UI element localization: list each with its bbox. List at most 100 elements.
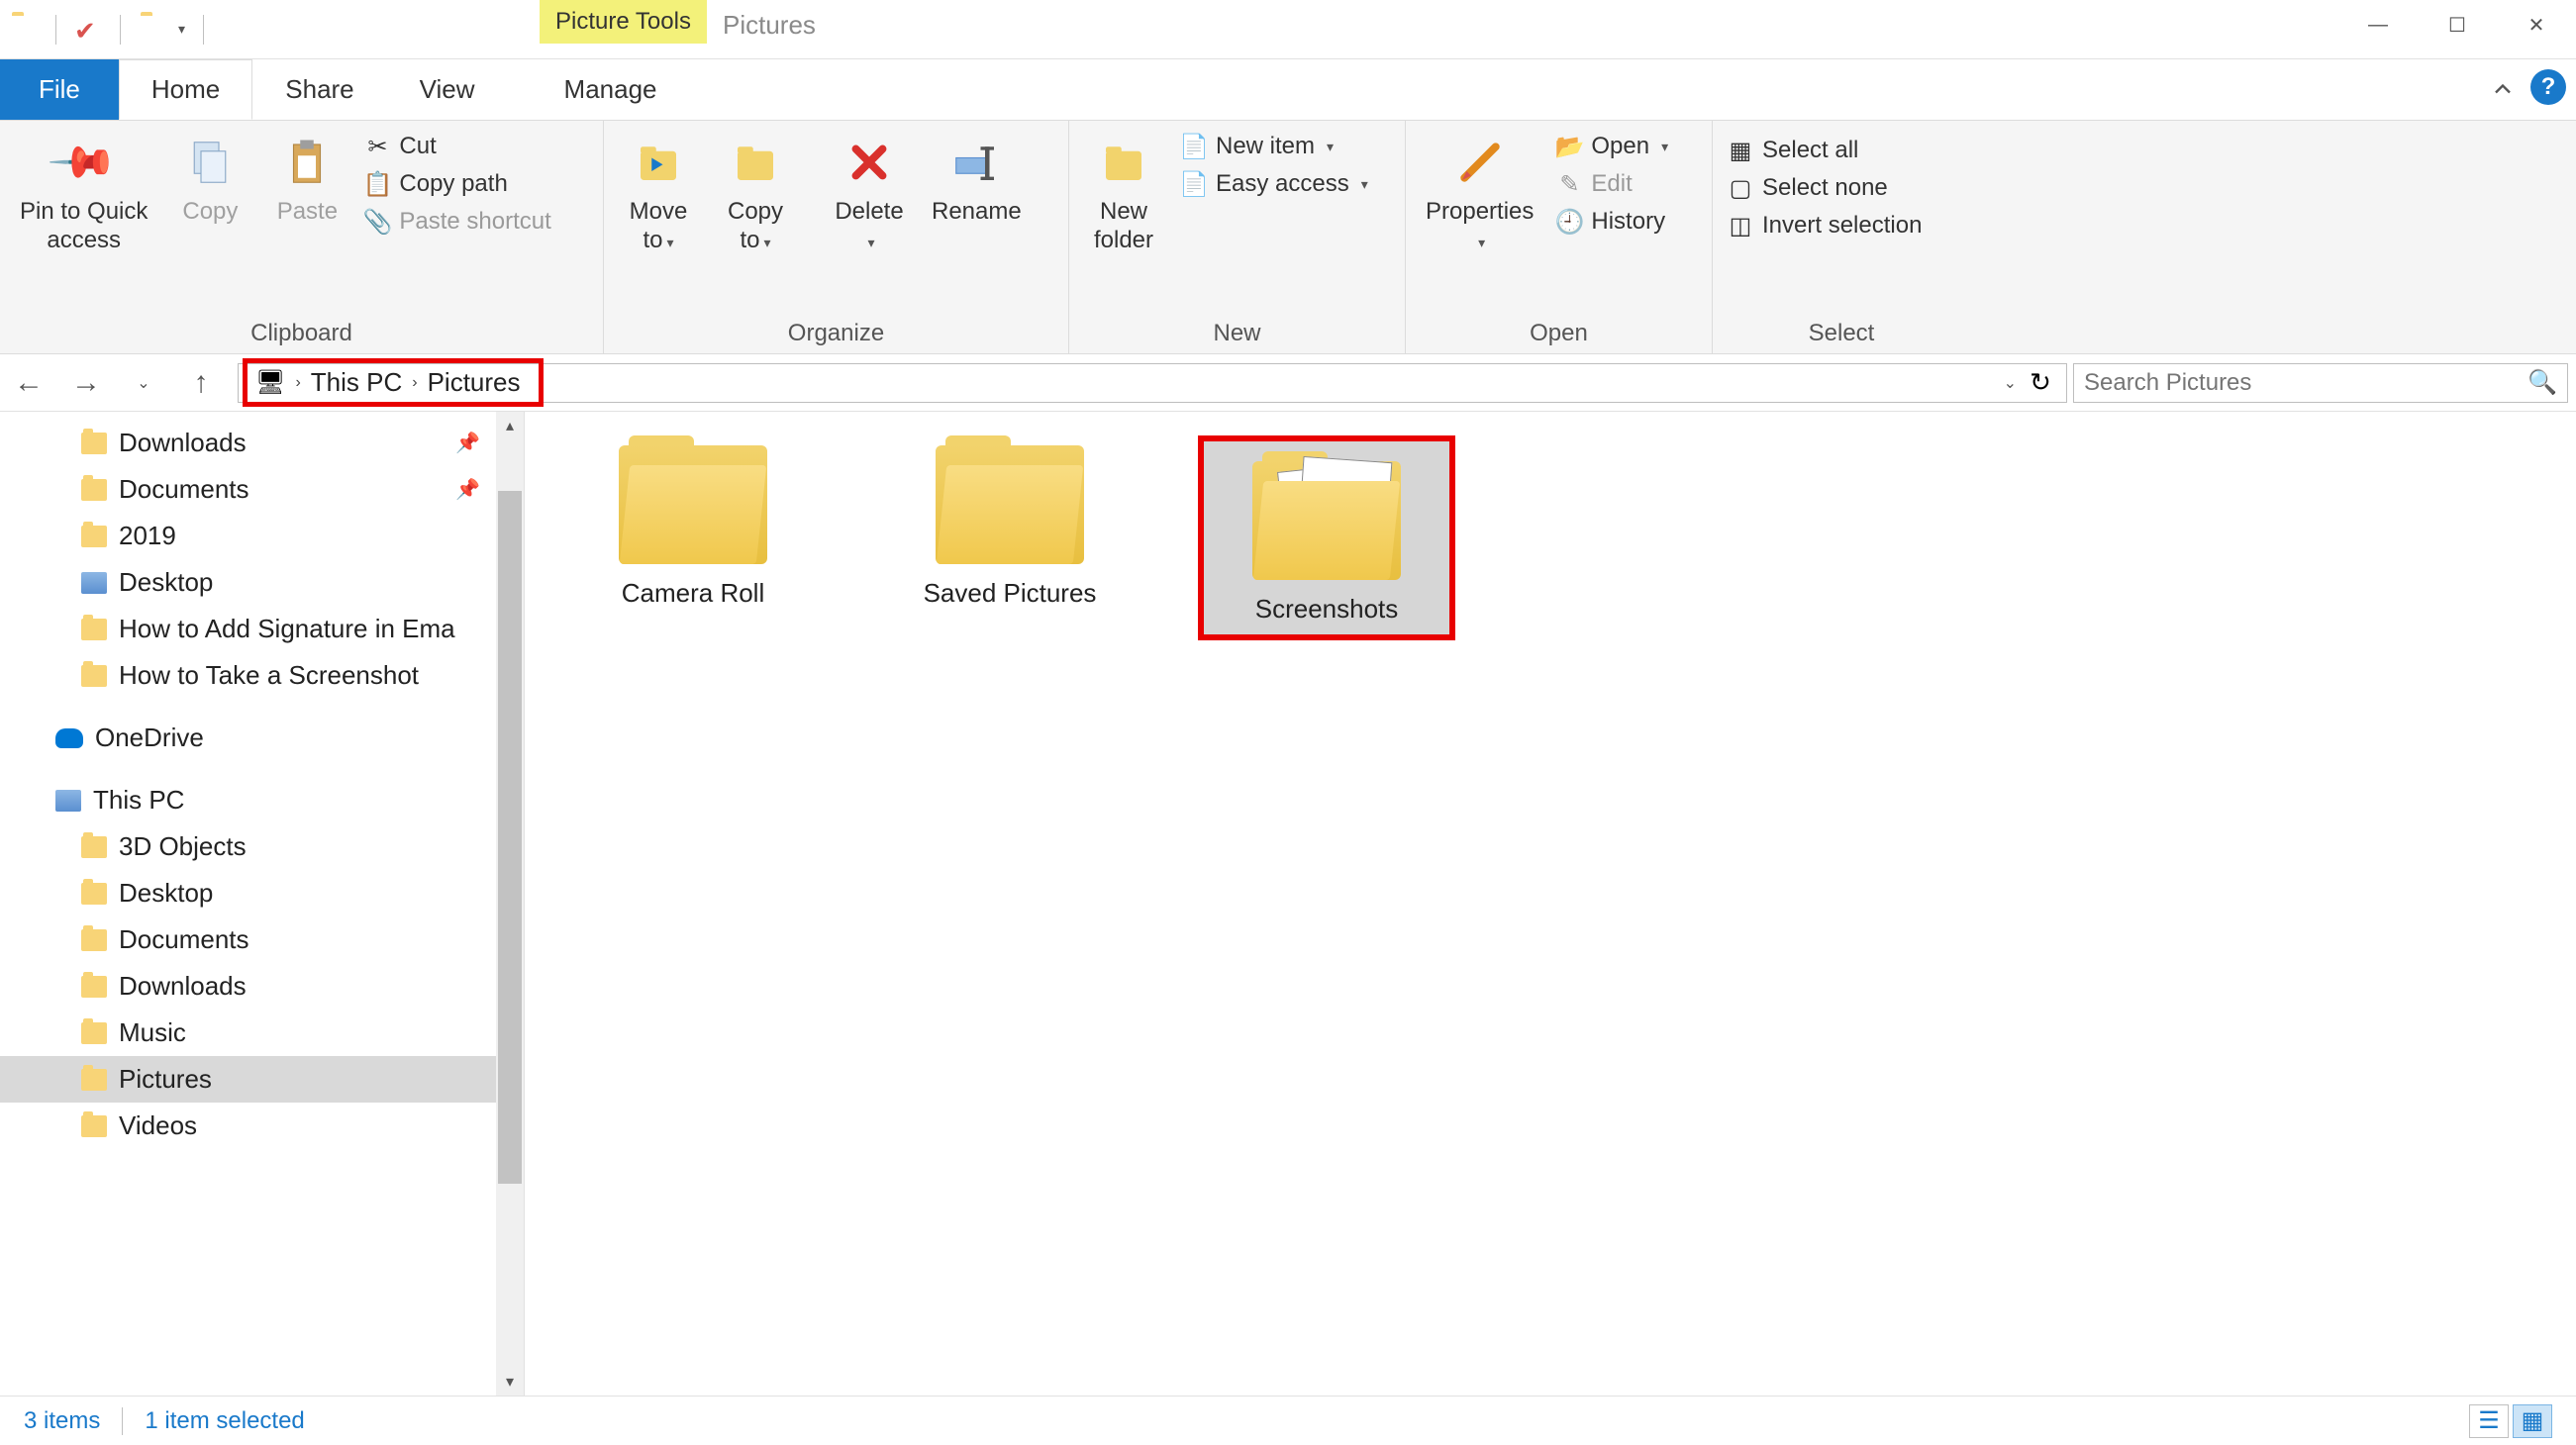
status-item-count: 3 items [24, 1407, 100, 1435]
paste-shortcut-button[interactable]: 📎 Paste shortcut [359, 206, 554, 238]
help-button[interactable]: ? [2530, 69, 2566, 105]
folder-saved-pictures[interactable]: Saved Pictures [881, 435, 1139, 609]
new-folder-qat-icon[interactable] [139, 16, 166, 44]
quick-access-toolbar: ✔ ▾ [0, 15, 210, 45]
ribbon-group-select: ▦ Select all ▢ Select none ◫ Invert sele… [1713, 121, 1970, 353]
tab-view[interactable]: View [387, 59, 508, 120]
move-to-icon [629, 133, 688, 192]
tree-item-howto-screenshot[interactable]: How to Take a Screenshot [0, 652, 524, 699]
scroll-down-icon[interactable]: ▾ [496, 1368, 524, 1396]
paste-button[interactable]: Paste [262, 127, 351, 233]
tab-home[interactable]: Home [119, 59, 252, 120]
folder-icon [81, 526, 107, 547]
tree-item-documents[interactable]: Documents📌 [0, 466, 524, 513]
folder-camera-roll[interactable]: Camera Roll [564, 435, 822, 609]
refresh-button[interactable]: ↻ [2021, 363, 2060, 403]
pin-to-quick-access-button[interactable]: 📌 Pin to Quick access [10, 127, 157, 261]
tree-item-onedrive[interactable]: OneDrive [0, 715, 524, 761]
desktop-icon [81, 572, 107, 594]
folder-icon [936, 435, 1084, 564]
window-controls: — ☐ ✕ [2338, 0, 2576, 49]
scroll-thumb[interactable] [498, 491, 522, 1184]
folder-icon [81, 1069, 107, 1091]
tree-item-2019[interactable]: 2019 [0, 513, 524, 559]
close-button[interactable]: ✕ [2497, 0, 2576, 49]
tree-item-downloads-2[interactable]: Downloads [0, 963, 524, 1010]
tree-item-videos[interactable]: Videos [0, 1103, 524, 1149]
qat-dropdown-icon[interactable]: ▾ [178, 21, 185, 38]
search-input[interactable] [2084, 369, 2557, 397]
tab-file[interactable]: File [0, 59, 119, 120]
content-pane[interactable]: Camera Roll Saved Pictures Screenshots [525, 412, 2576, 1396]
thumbnails-view-button[interactable]: ▦ [2513, 1404, 2552, 1438]
copy-path-button[interactable]: 📋 Copy path [359, 168, 554, 200]
folder-icon [81, 836, 107, 858]
folder-icon [81, 479, 107, 501]
tab-manage[interactable]: Manage [532, 59, 690, 120]
copy-button[interactable]: Copy [165, 127, 254, 233]
navigation-scrollbar[interactable]: ▴ ▾ [496, 412, 524, 1396]
tree-item-pictures[interactable]: Pictures [0, 1056, 524, 1103]
back-button[interactable]: ← [0, 354, 57, 412]
tree-item-this-pc[interactable]: This PC [0, 777, 524, 823]
onedrive-icon [55, 728, 83, 748]
easy-access-button[interactable]: 📄 Easy access▾ [1176, 168, 1372, 200]
tree-item-howto-signature[interactable]: How to Add Signature in Ema [0, 606, 524, 652]
copy-to-button[interactable]: Copy to▾ [711, 127, 800, 261]
invert-selection-button[interactable]: ◫ Invert selection [1723, 210, 1926, 241]
cut-icon: ✂ [363, 133, 391, 160]
edit-button[interactable]: ✎ Edit [1551, 168, 1672, 200]
scroll-up-icon[interactable]: ▴ [496, 412, 524, 439]
search-box[interactable]: 🔍 [2073, 363, 2568, 403]
select-all-button[interactable]: ▦ Select all [1723, 135, 1926, 166]
delete-button[interactable]: Delete▾ [825, 127, 914, 261]
tree-item-downloads[interactable]: Downloads📌 [0, 420, 524, 466]
new-item-icon: 📄 [1180, 133, 1208, 160]
ribbon-group-open: Properties▾ 📂 Open▾ ✎ Edit 🕘 History Ope… [1406, 121, 1713, 353]
move-to-button[interactable]: Move to▾ [614, 127, 703, 261]
copy-path-icon: 📋 [363, 170, 391, 198]
cut-button[interactable]: ✂ Cut [359, 131, 554, 162]
group-label: Open [1416, 320, 1702, 351]
new-item-button[interactable]: 📄 New item▾ [1176, 131, 1372, 162]
rename-icon [946, 133, 1006, 192]
explorer-icon [10, 16, 38, 44]
tree-item-desktop-2[interactable]: Desktop [0, 870, 524, 916]
group-label: Organize [614, 320, 1058, 351]
address-bar: ← → ⌄ ↑ 🖥 › This PC › Pictures ⌄ ↻ 🔍 [0, 354, 2576, 412]
select-none-icon: ▢ [1727, 174, 1754, 202]
tree-item-music[interactable]: Music [0, 1010, 524, 1056]
history-button[interactable]: 🕘 History [1551, 206, 1672, 238]
minimize-button[interactable]: — [2338, 0, 2418, 49]
up-button[interactable]: ↑ [172, 354, 230, 412]
open-button[interactable]: 📂 Open▾ [1551, 131, 1672, 162]
select-none-button[interactable]: ▢ Select none [1723, 172, 1926, 204]
tree-item-desktop[interactable]: Desktop [0, 559, 524, 606]
address-box[interactable]: 🖥 › This PC › Pictures ⌄ ↻ [238, 363, 2067, 403]
folder-screenshots[interactable]: Screenshots [1198, 435, 1455, 640]
history-icon: 🕘 [1555, 208, 1583, 236]
properties-icon [1450, 133, 1510, 192]
breadcrumb-pictures[interactable]: Pictures [428, 367, 521, 398]
pc-icon: 🖥 [255, 368, 285, 397]
minimize-ribbon-button[interactable] [2489, 75, 2517, 110]
ribbon-group-new: New folder 📄 New item▾ 📄 Easy access▾ Ne… [1069, 121, 1406, 353]
maximize-button[interactable]: ☐ [2418, 0, 2497, 49]
recent-locations-button[interactable]: ⌄ [115, 354, 172, 412]
tree-item-documents-2[interactable]: Documents [0, 916, 524, 963]
properties-qat-icon[interactable]: ✔ [74, 16, 102, 44]
address-dropdown-icon[interactable]: ⌄ [2004, 373, 2017, 393]
delete-icon [840, 133, 899, 192]
new-folder-button[interactable]: New folder [1079, 127, 1168, 261]
forward-button[interactable]: → [57, 354, 115, 412]
breadcrumb-this-pc[interactable]: This PC [311, 367, 402, 398]
details-view-button[interactable]: ☰ [2469, 1404, 2509, 1438]
tree: Downloads📌 Documents📌 2019 Desktop How t… [0, 412, 524, 1149]
separator [120, 15, 121, 45]
new-folder-icon [1094, 133, 1153, 192]
properties-button[interactable]: Properties▾ [1416, 127, 1543, 261]
tab-share[interactable]: Share [252, 59, 386, 120]
rename-button[interactable]: Rename [922, 127, 1032, 233]
copy-icon [180, 133, 240, 192]
tree-item-3d-objects[interactable]: 3D Objects [0, 823, 524, 870]
